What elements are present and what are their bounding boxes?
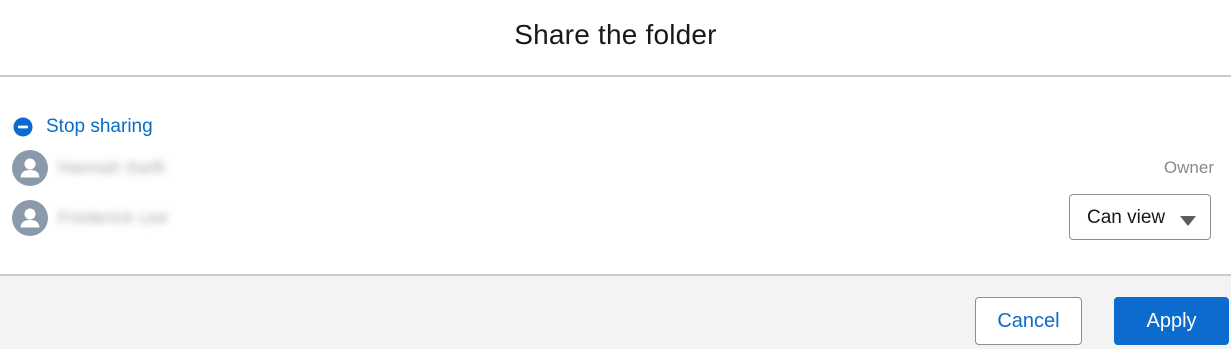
stop-sharing-label: Stop sharing xyxy=(46,116,153,137)
minus-circle-icon xyxy=(13,117,33,137)
user-name: Frederick Lee xyxy=(58,208,169,227)
caret-down-icon xyxy=(1180,213,1196,226)
user-name: Hannah Swift xyxy=(58,158,166,177)
modal-body: Stop sharing Hannah Swift Owner Frederic… xyxy=(0,77,1231,274)
user-avatar-icon xyxy=(12,200,48,236)
owner-role-label: Owner xyxy=(1163,158,1214,177)
share-folder-modal: Share the folder Stop sharing Hannah Swi… xyxy=(0,0,1231,349)
stop-sharing-link[interactable]: Stop sharing xyxy=(13,116,153,138)
user-row-viewer: Frederick Lee xyxy=(12,200,1217,238)
apply-button[interactable]: Apply xyxy=(1114,297,1229,345)
permission-value: Can view xyxy=(1087,207,1166,228)
cancel-button[interactable]: Cancel xyxy=(975,297,1082,345)
user-avatar-icon xyxy=(12,150,48,186)
modal-header: Share the folder xyxy=(0,0,1231,77)
modal-title: Share the folder xyxy=(514,18,717,50)
permission-dropdown[interactable]: Can view xyxy=(1069,194,1211,240)
user-row-owner: Hannah Swift Owner xyxy=(12,150,1217,188)
modal-footer: Cancel Apply xyxy=(0,274,1231,349)
